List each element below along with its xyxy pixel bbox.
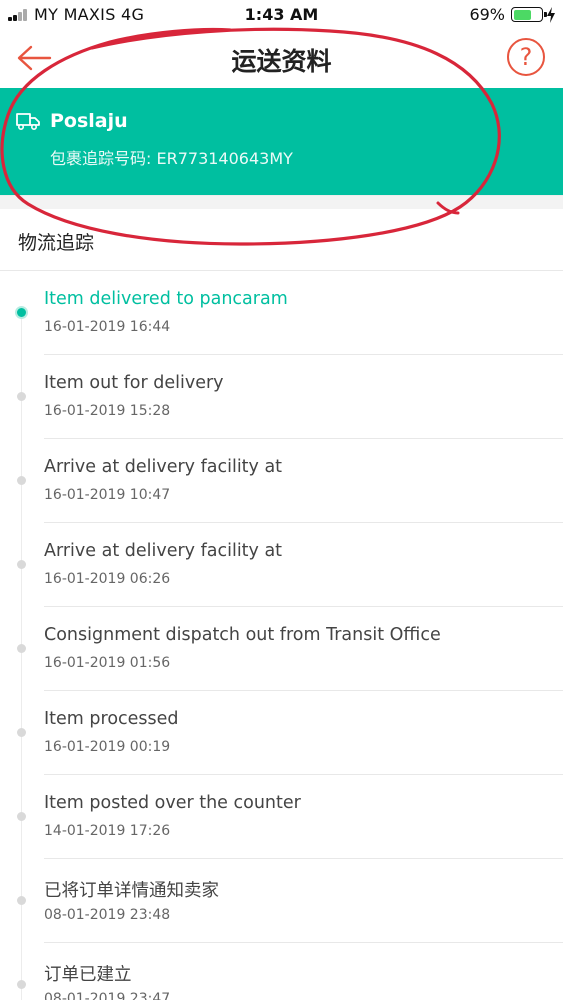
event-title: Arrive at delivery facility at [44, 541, 283, 561]
charging-icon [547, 7, 555, 23]
timeline-event: 订单已建立 08-01-2019 23:47 [0, 943, 563, 1000]
event-title: Consignment dispatch out from Transit Of… [44, 625, 441, 645]
page-title: 运送资料 [231, 47, 332, 76]
timeline-dot-icon [17, 728, 26, 737]
event-time: 08-01-2019 23:48 [44, 907, 171, 923]
truck-icon [16, 113, 40, 130]
timeline-event: Item posted over the counter 14-01-2019 1… [0, 775, 563, 859]
event-title: Arrive at delivery facility at [44, 457, 283, 477]
section-gap [0, 195, 563, 209]
tracking-timeline: Item delivered to pancaram 16-01-2019 16:… [0, 271, 563, 1000]
tracking-number[interactable]: ER773140643MY [156, 149, 292, 168]
question-mark-icon: ? [519, 43, 533, 71]
carrier-name: Poslaju [50, 110, 128, 132]
event-title: 已将订单详情通知卖家 [44, 881, 219, 901]
event-time: 16-01-2019 01:56 [44, 655, 171, 671]
timeline-dot-icon [17, 644, 26, 653]
timeline-dot-icon [17, 392, 26, 401]
event-time: 16-01-2019 15:28 [44, 403, 171, 419]
timeline-dot-icon [17, 896, 26, 905]
timeline-dot-icon [17, 560, 26, 569]
event-title: Item out for delivery [44, 373, 224, 393]
timeline-event: Arrive at delivery facility at 16-01-2019… [0, 523, 563, 607]
section-title: 物流追踪 [18, 232, 95, 254]
event-title: 订单已建立 [44, 965, 132, 985]
event-time: 08-01-2019 23:47 [44, 991, 171, 1000]
timeline-dot-icon [17, 476, 26, 485]
event-title: Item processed [44, 709, 179, 729]
tracking-row: 包裹追踪号码: ER773140643MY [50, 145, 293, 169]
timeline-event: Arrive at delivery facility at 16-01-2019… [0, 439, 563, 523]
event-time: 16-01-2019 06:26 [44, 571, 171, 587]
timeline-event: Item processed 16-01-2019 00:19 [0, 691, 563, 775]
event-time: 16-01-2019 16:44 [44, 319, 171, 335]
battery-icon [511, 7, 547, 22]
carrier-card: Poslaju 包裹追踪号码: ER773140643MY [0, 88, 563, 195]
event-title: Item delivered to pancaram [44, 289, 288, 309]
timeline-dot-icon [17, 812, 26, 821]
timeline-event: Consignment dispatch out from Transit Of… [0, 607, 563, 691]
nav-bar: 运送资料 ? [0, 30, 563, 88]
timeline-event: Item delivered to pancaram 16-01-2019 16:… [0, 271, 563, 355]
status-bar: MY MAXIS 4G 1:43 AM 69% [0, 0, 563, 30]
timeline-event: 已将订单详情通知卖家 08-01-2019 23:48 [0, 859, 563, 943]
help-button[interactable]: ? [507, 38, 545, 76]
timeline-dot-icon [15, 306, 28, 319]
timeline-dot-icon [17, 980, 26, 989]
tracking-label: 包裹追踪号码: [50, 149, 157, 168]
event-time: 14-01-2019 17:26 [44, 823, 171, 839]
battery-percent: 69% [469, 5, 505, 24]
event-time: 16-01-2019 00:19 [44, 739, 171, 755]
event-title: Item posted over the counter [44, 793, 301, 813]
event-time: 16-01-2019 10:47 [44, 487, 171, 503]
timeline-event: Item out for delivery 16-01-2019 15:28 [0, 355, 563, 439]
